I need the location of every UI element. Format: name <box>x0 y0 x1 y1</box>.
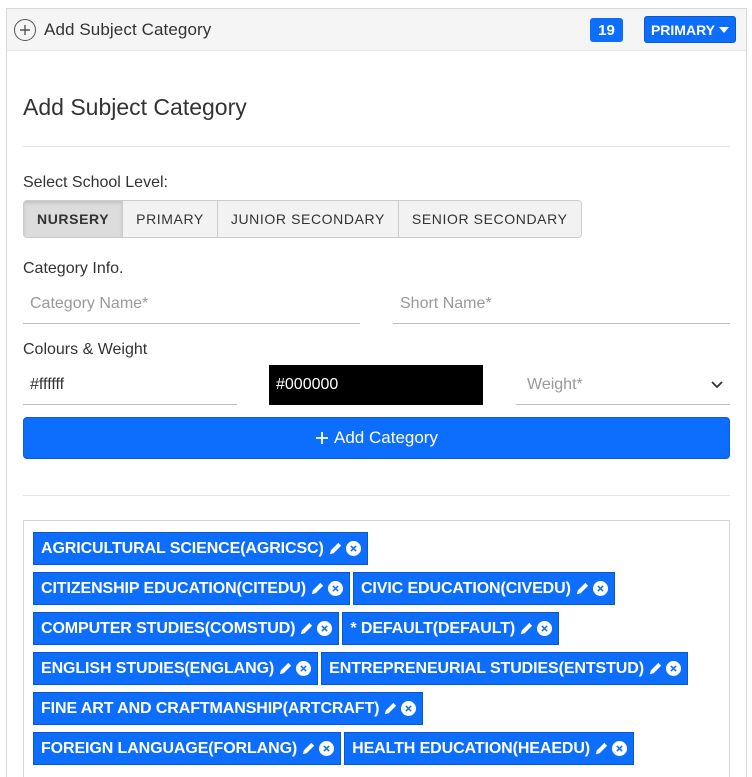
category-tag-label: * DEFAULT(DEFAULT) <box>350 619 516 637</box>
category-tag-label: ENTREPRENEURIAL STUDIES(ENTSTUD) <box>329 659 644 677</box>
remove-icon[interactable] <box>317 621 333 636</box>
category-tag: CIVIC EDUCATION(CIVEDU) <box>352 572 615 605</box>
category-tag-label: CIVIC EDUCATION(CIVEDU) <box>360 579 571 597</box>
category-count-badge: 19 <box>590 18 623 42</box>
school-level-buttons: NURSERY PRIMARY JUNIOR SECONDARY SENIOR … <box>23 200 582 238</box>
add-category-label: Add Category <box>334 428 438 447</box>
category-list: AGRICULTURAL SCIENCE(AGRICSC) CITIZENSHI… <box>23 520 730 777</box>
category-tag-label: ENGLISH STUDIES(ENGLANG) <box>41 659 275 677</box>
pencil-edit-icon[interactable] <box>383 701 398 716</box>
level-senior-secondary-button[interactable]: SENIOR SECONDARY <box>398 201 581 237</box>
remove-icon[interactable] <box>296 661 312 676</box>
text-colour-input[interactable]: #000000 <box>269 365 483 405</box>
add-category-button[interactable]: Add Category <box>23 417 730 459</box>
category-tag-label: HEALTH EDUCATION(HEAEDU) <box>352 739 591 757</box>
weight-select[interactable]: Weight* <box>516 365 730 405</box>
pencil-edit-icon[interactable] <box>310 581 325 596</box>
remove-icon[interactable] <box>592 581 608 596</box>
pencil-edit-icon[interactable] <box>301 741 316 756</box>
pencil-edit-icon[interactable] <box>648 661 663 676</box>
pencil-edit-icon[interactable] <box>519 621 534 636</box>
school-level-label: Select School Level: <box>23 174 168 191</box>
add-subject-category-panel: Add Subject Category 19 PRIMARY Add Subj… <box>6 8 747 777</box>
caret-down-icon <box>719 26 730 33</box>
dropdown-label: PRIMARY <box>650 21 716 38</box>
divider <box>23 146 730 147</box>
panel-header[interactable]: Add Subject Category 19 PRIMARY <box>7 9 746 51</box>
category-tag-label: FOREIGN LANGUAGE(FORLANG) <box>41 739 298 757</box>
category-tag: FINE ART AND CRAFTMANSHIP(ARTCRAFT) <box>33 692 424 725</box>
remove-icon[interactable] <box>537 621 553 636</box>
header-title: Add Subject Category <box>44 19 212 39</box>
pencil-edit-icon[interactable] <box>575 581 590 596</box>
remove-icon[interactable] <box>327 581 343 596</box>
category-tag-label: COMPUTER STUDIES(COMSTUD) <box>41 619 296 637</box>
category-tag: FOREIGN LANGUAGE(FORLANG) <box>33 732 342 765</box>
category-name-input[interactable] <box>23 284 360 324</box>
category-tag: AGRICULTURAL SCIENCE(AGRICSC) <box>33 532 368 565</box>
pencil-edit-icon[interactable] <box>328 541 343 556</box>
category-tag-label: CITIZENSHIP EDUCATION(CITEDU) <box>41 579 306 597</box>
chevron-down-icon <box>711 380 723 388</box>
level-nursery-button[interactable]: NURSERY <box>24 201 124 237</box>
pencil-edit-icon[interactable] <box>594 741 609 756</box>
short-name-input[interactable] <box>393 284 730 324</box>
level-primary-button[interactable]: PRIMARY <box>123 201 218 237</box>
weight-placeholder: Weight* <box>527 375 583 393</box>
category-tag-label: FINE ART AND CRAFTMANSHIP(ARTCRAFT) <box>41 699 380 717</box>
remove-icon[interactable] <box>612 741 628 756</box>
form-title: Add Subject Category <box>23 94 247 120</box>
category-info-label: Category Info. <box>23 260 124 277</box>
plus-icon <box>316 432 329 444</box>
pencil-edit-icon[interactable] <box>278 661 293 676</box>
divider <box>23 495 730 496</box>
remove-icon[interactable] <box>665 661 681 676</box>
category-tag: ENTREPRENEURIAL STUDIES(ENTSTUD) <box>321 652 688 685</box>
colours-weight-label: Colours & Weight <box>23 341 148 358</box>
category-tag: CITIZENSHIP EDUCATION(CITEDU) <box>33 572 350 605</box>
background-colour-input[interactable]: #ffffff <box>23 365 237 405</box>
category-tag-label: AGRICULTURAL SCIENCE(AGRICSC) <box>41 539 324 557</box>
plus-circle-icon <box>14 18 36 41</box>
category-tag: * DEFAULT(DEFAULT) <box>342 612 560 645</box>
remove-icon[interactable] <box>319 741 335 756</box>
category-tag: HEALTH EDUCATION(HEAEDU) <box>344 732 635 765</box>
remove-icon[interactable] <box>345 541 361 556</box>
category-tag: COMPUTER STUDIES(COMSTUD) <box>33 612 340 645</box>
level-junior-secondary-button[interactable]: JUNIOR SECONDARY <box>217 201 399 237</box>
school-level-dropdown[interactable]: PRIMARY <box>644 16 736 43</box>
pencil-edit-icon[interactable] <box>299 621 314 636</box>
remove-icon[interactable] <box>401 701 417 716</box>
category-tag: ENGLISH STUDIES(ENGLANG) <box>33 652 319 685</box>
